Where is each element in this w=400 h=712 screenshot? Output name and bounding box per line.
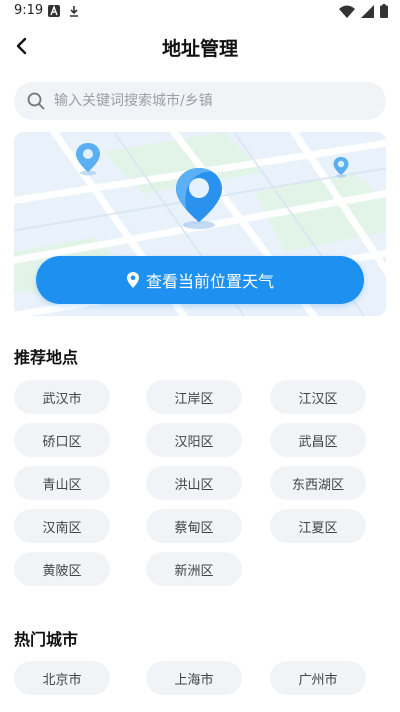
recommended-list: 武汉市 江岸区 江汉区硚口区 汉阳区 武昌区青山区 洪山区 东西湖区汉南区 蔡甸区 江夏区黄陂区…: [14, 380, 386, 590]
recommended-place-chip[interactable]: 江夏区: [270, 509, 366, 543]
hot-cities-list: 北京市 上海市 广州市: [14, 661, 386, 701]
hot-city-chip[interactable]: 广州市: [270, 661, 366, 695]
recommended-place-chip[interactable]: 东西湖区: [270, 466, 366, 500]
map-pin-small-icon: [76, 143, 100, 176]
battery-icon: [380, 4, 388, 18]
recommended-place-chip[interactable]: 新洲区: [146, 552, 242, 586]
app-header: 地址管理: [0, 26, 400, 66]
recommended-place-chip[interactable]: 汉阳区: [146, 423, 242, 457]
recommended-place-chip[interactable]: 汉南区: [14, 509, 110, 543]
hot-city-chip[interactable]: 上海市: [146, 661, 242, 695]
status-time: 9:19: [14, 3, 44, 18]
recommended-place-chip[interactable]: 江汉区: [270, 380, 366, 414]
locate-button-label: 查看当前位置天气: [145, 272, 274, 291]
location-pin-icon: [126, 272, 139, 288]
notification-a-icon: [48, 5, 60, 17]
download-icon: [70, 6, 78, 17]
recommended-place-chip[interactable]: 黄陂区: [14, 552, 110, 586]
hot-city-chip[interactable]: 北京市: [14, 661, 110, 695]
wifi-icon: [339, 5, 355, 18]
status-bar: 9:19: [0, 0, 400, 24]
hot-cities-section-title: 热门城市: [14, 630, 79, 649]
signal-icon: [361, 4, 374, 18]
view-current-location-weather-button[interactable]: 查看当前位置天气: [36, 256, 364, 304]
recommended-place-chip[interactable]: 江岸区: [146, 380, 242, 414]
map-pin-large-icon: [176, 168, 222, 229]
recommended-section-title: 推荐地点: [14, 348, 79, 367]
recommended-place-chip[interactable]: 武昌区: [270, 423, 366, 457]
recommended-place-chip[interactable]: 蔡甸区: [146, 509, 242, 543]
recommended-place-chip[interactable]: 洪山区: [146, 466, 242, 500]
recommended-place-chip[interactable]: 青山区: [14, 466, 110, 500]
map-pin-tiny-icon: [333, 157, 349, 178]
search-bar[interactable]: [14, 82, 386, 120]
recommended-place-chip[interactable]: 硚口区: [14, 423, 110, 457]
recommended-place-chip[interactable]: 武汉市: [14, 380, 110, 414]
page-title: 地址管理: [161, 38, 238, 60]
search-icon: [27, 92, 45, 110]
search-input[interactable]: [52, 92, 356, 110]
